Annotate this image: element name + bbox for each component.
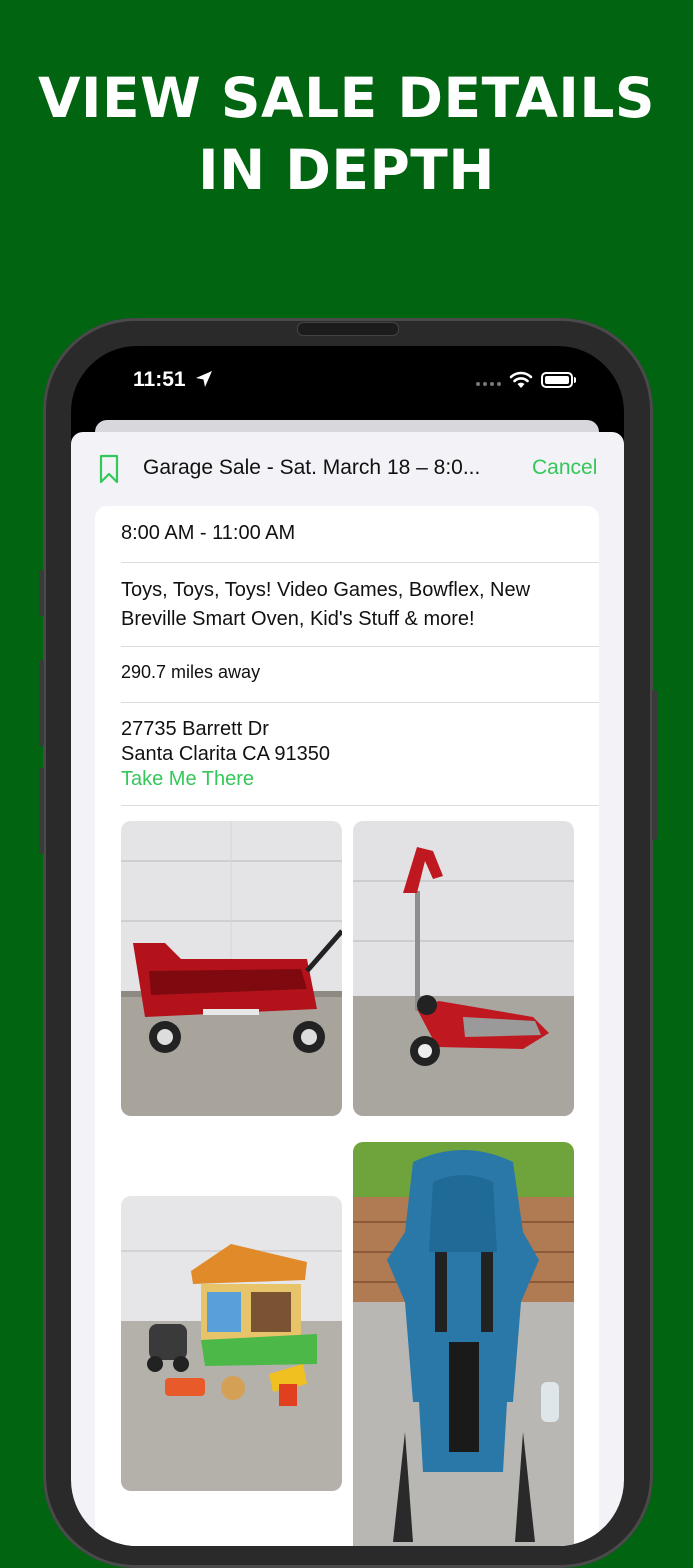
cancel-button[interactable]: Cancel xyxy=(532,456,597,480)
sale-hours: 8:00 AM - 11:00 AM xyxy=(121,522,296,544)
sale-detail-sheet: Garage Sale - Sat. March 18 – 8:0... Can… xyxy=(71,432,624,1546)
address-street: 27735 Barrett Dr xyxy=(121,718,269,740)
divider xyxy=(121,562,599,563)
sheet-header: Garage Sale - Sat. March 18 – 8:0... Can… xyxy=(71,432,624,506)
notch xyxy=(233,346,463,394)
address-city: Santa Clarita CA 91350 xyxy=(121,743,331,765)
sale-description: Toys, Toys, Toys! Video Games, Bowflex, … xyxy=(121,579,531,630)
location-arrow-icon xyxy=(196,371,212,387)
photo-child-carrier[interactable] xyxy=(353,1142,574,1546)
take-me-there-link[interactable]: Take Me There xyxy=(121,767,599,792)
sale-details-card: 8:00 AM - 11:00 AM Toys, Toys, Toys! Vid… xyxy=(95,506,599,1546)
status-time: 11:51 xyxy=(133,368,186,391)
divider xyxy=(121,702,599,703)
phone-screen: 11:51 Garage Sale - Sat. March 18 – 8:0.… xyxy=(71,346,624,1546)
signal-icon xyxy=(476,374,501,386)
divider xyxy=(121,646,599,647)
side-button-volume-down xyxy=(39,768,44,854)
photo-scooter[interactable] xyxy=(353,821,574,1116)
side-button-volume-up xyxy=(39,660,44,746)
promo-headline: VIEW SALE DETAILS IN DEPTH xyxy=(0,62,693,206)
sale-address: 27735 Barrett Dr Santa Clarita CA 91350 … xyxy=(121,717,599,792)
sheet-title: Garage Sale - Sat. March 18 – 8:0... xyxy=(143,456,481,479)
status-icons xyxy=(476,371,576,389)
battery-icon xyxy=(541,372,576,388)
bookmark-icon[interactable] xyxy=(99,454,119,484)
promo-line-2: IN DEPTH xyxy=(198,138,495,202)
wifi-icon xyxy=(509,371,533,388)
side-button-silent xyxy=(39,570,44,616)
sale-distance: 290.7 miles away xyxy=(121,662,261,682)
speaker-grille xyxy=(297,322,399,336)
promo-line-1: VIEW SALE DETAILS xyxy=(37,66,656,130)
divider xyxy=(121,805,599,806)
photo-playset[interactable] xyxy=(121,1196,342,1491)
photo-wagon[interactable] xyxy=(121,821,342,1116)
side-button-power xyxy=(652,690,657,840)
